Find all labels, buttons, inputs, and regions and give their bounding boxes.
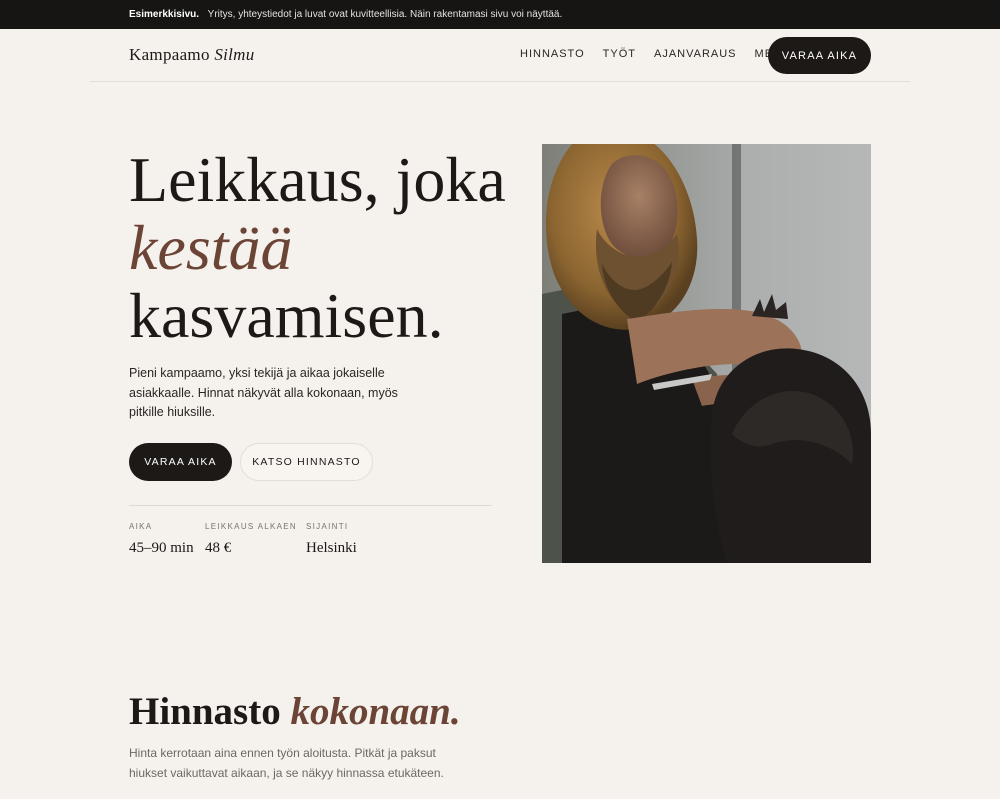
- demo-notice-bar: Esimerkkisivu. Yritys, yhteystiedot ja l…: [0, 0, 1000, 29]
- pricing-section-title: Hinnasto kokonaan.: [129, 689, 461, 734]
- nav-link-ajanvaraus[interactable]: AJANVARAUS: [654, 48, 737, 60]
- pricing-title-accent: kokonaan.: [290, 690, 461, 733]
- site-header: Kampaamo Silmu HINNASTO TYÖT AJANVARAUS …: [90, 29, 910, 82]
- stat-duration: AIKA 45–90 min: [129, 522, 194, 557]
- brand-logo[interactable]: Kampaamo Silmu: [129, 45, 255, 65]
- brand-name: Kampaamo: [129, 45, 210, 64]
- hero-book-button[interactable]: VARAA AIKA: [129, 443, 232, 481]
- stat-price-value: 48 €: [205, 540, 232, 556]
- pricing-title-text: Hinnasto: [129, 690, 281, 733]
- stat-price: LEIKKAUS ALKAEN 48 €: [205, 522, 297, 557]
- stat-location-label: SIJAINTI: [306, 522, 349, 531]
- hero-photo-barber-cutting-hair: [542, 144, 871, 563]
- hero-photo-illustration: [542, 144, 871, 563]
- nav-link-tyot[interactable]: TYÖT: [603, 48, 636, 60]
- hero-title-line-3: kasvamisen.: [129, 280, 444, 351]
- stat-price-label: LEIKKAUS ALKAEN: [205, 522, 297, 531]
- nav-link-hinnasto[interactable]: HINNASTO: [520, 48, 585, 60]
- stats-divider: [129, 505, 492, 506]
- stat-location: SIJAINTI Helsinki: [306, 522, 357, 557]
- hero-title-line-1: Leikkaus, joka: [129, 144, 506, 215]
- header-book-button[interactable]: VARAA AIKA: [768, 37, 871, 74]
- hero-title-accent: kestää: [129, 212, 293, 283]
- hero-title: Leikkaus, joka kestää kasvamisen.: [129, 146, 549, 350]
- stat-duration-value: 45–90 min: [129, 540, 194, 556]
- brand-name-accent: Silmu: [214, 45, 255, 64]
- notice-label: Esimerkkisivu.: [129, 9, 200, 20]
- hero-lede: Pieni kampaamo, yksi tekijä ja aikaa jok…: [129, 366, 398, 419]
- pricing-lede: Hinta kerrotaan aina ennen työn aloitust…: [129, 746, 444, 780]
- stat-duration-label: AIKA: [129, 522, 153, 531]
- stat-location-value: Helsinki: [306, 540, 357, 556]
- hero-pricing-button[interactable]: KATSO HINNASTO: [240, 443, 373, 481]
- main-nav: HINNASTO TYÖT AJANVARAUS MEISTÄ: [520, 48, 801, 60]
- notice-text: Yritys, yhteystiedot ja luvat ovat kuvit…: [207, 9, 563, 20]
